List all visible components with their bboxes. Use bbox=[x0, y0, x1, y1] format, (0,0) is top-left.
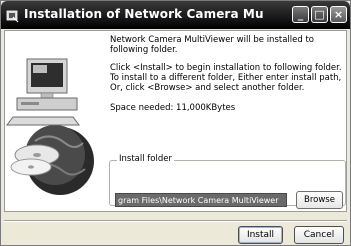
installer-icon bbox=[6, 8, 20, 23]
window-title: Installation of Network Camera MultiView… bbox=[24, 7, 264, 21]
minimize-button[interactable]: _ bbox=[292, 6, 309, 23]
content-panel: Network Camera MultiViewer will be insta… bbox=[4, 30, 347, 212]
install-instructions: Click <Install> to begin installation to… bbox=[110, 63, 342, 93]
footer-separator bbox=[4, 220, 347, 222]
installer-window: Installation of Network Camera MultiView… bbox=[0, 0, 351, 246]
close-button[interactable]: × bbox=[330, 6, 347, 23]
maximize-button[interactable]: □ bbox=[311, 6, 328, 23]
browse-button[interactable]: Browse bbox=[296, 191, 343, 209]
install-description: Network Camera MultiViewer will be insta… bbox=[110, 35, 314, 55]
space-needed: Space needed: 11,000KBytes bbox=[110, 103, 236, 113]
title-bar[interactable]: Installation of Network Camera MultiView… bbox=[1, 1, 350, 29]
install-path-field[interactable]: gram Files\Network Camera MultiViewer bbox=[115, 193, 287, 207]
computer-disc-globe-illustration bbox=[6, 58, 94, 195]
install-button[interactable]: Install bbox=[238, 226, 283, 244]
install-folder-label: Install folder bbox=[117, 154, 174, 164]
cancel-button[interactable]: Cancel bbox=[294, 226, 344, 244]
